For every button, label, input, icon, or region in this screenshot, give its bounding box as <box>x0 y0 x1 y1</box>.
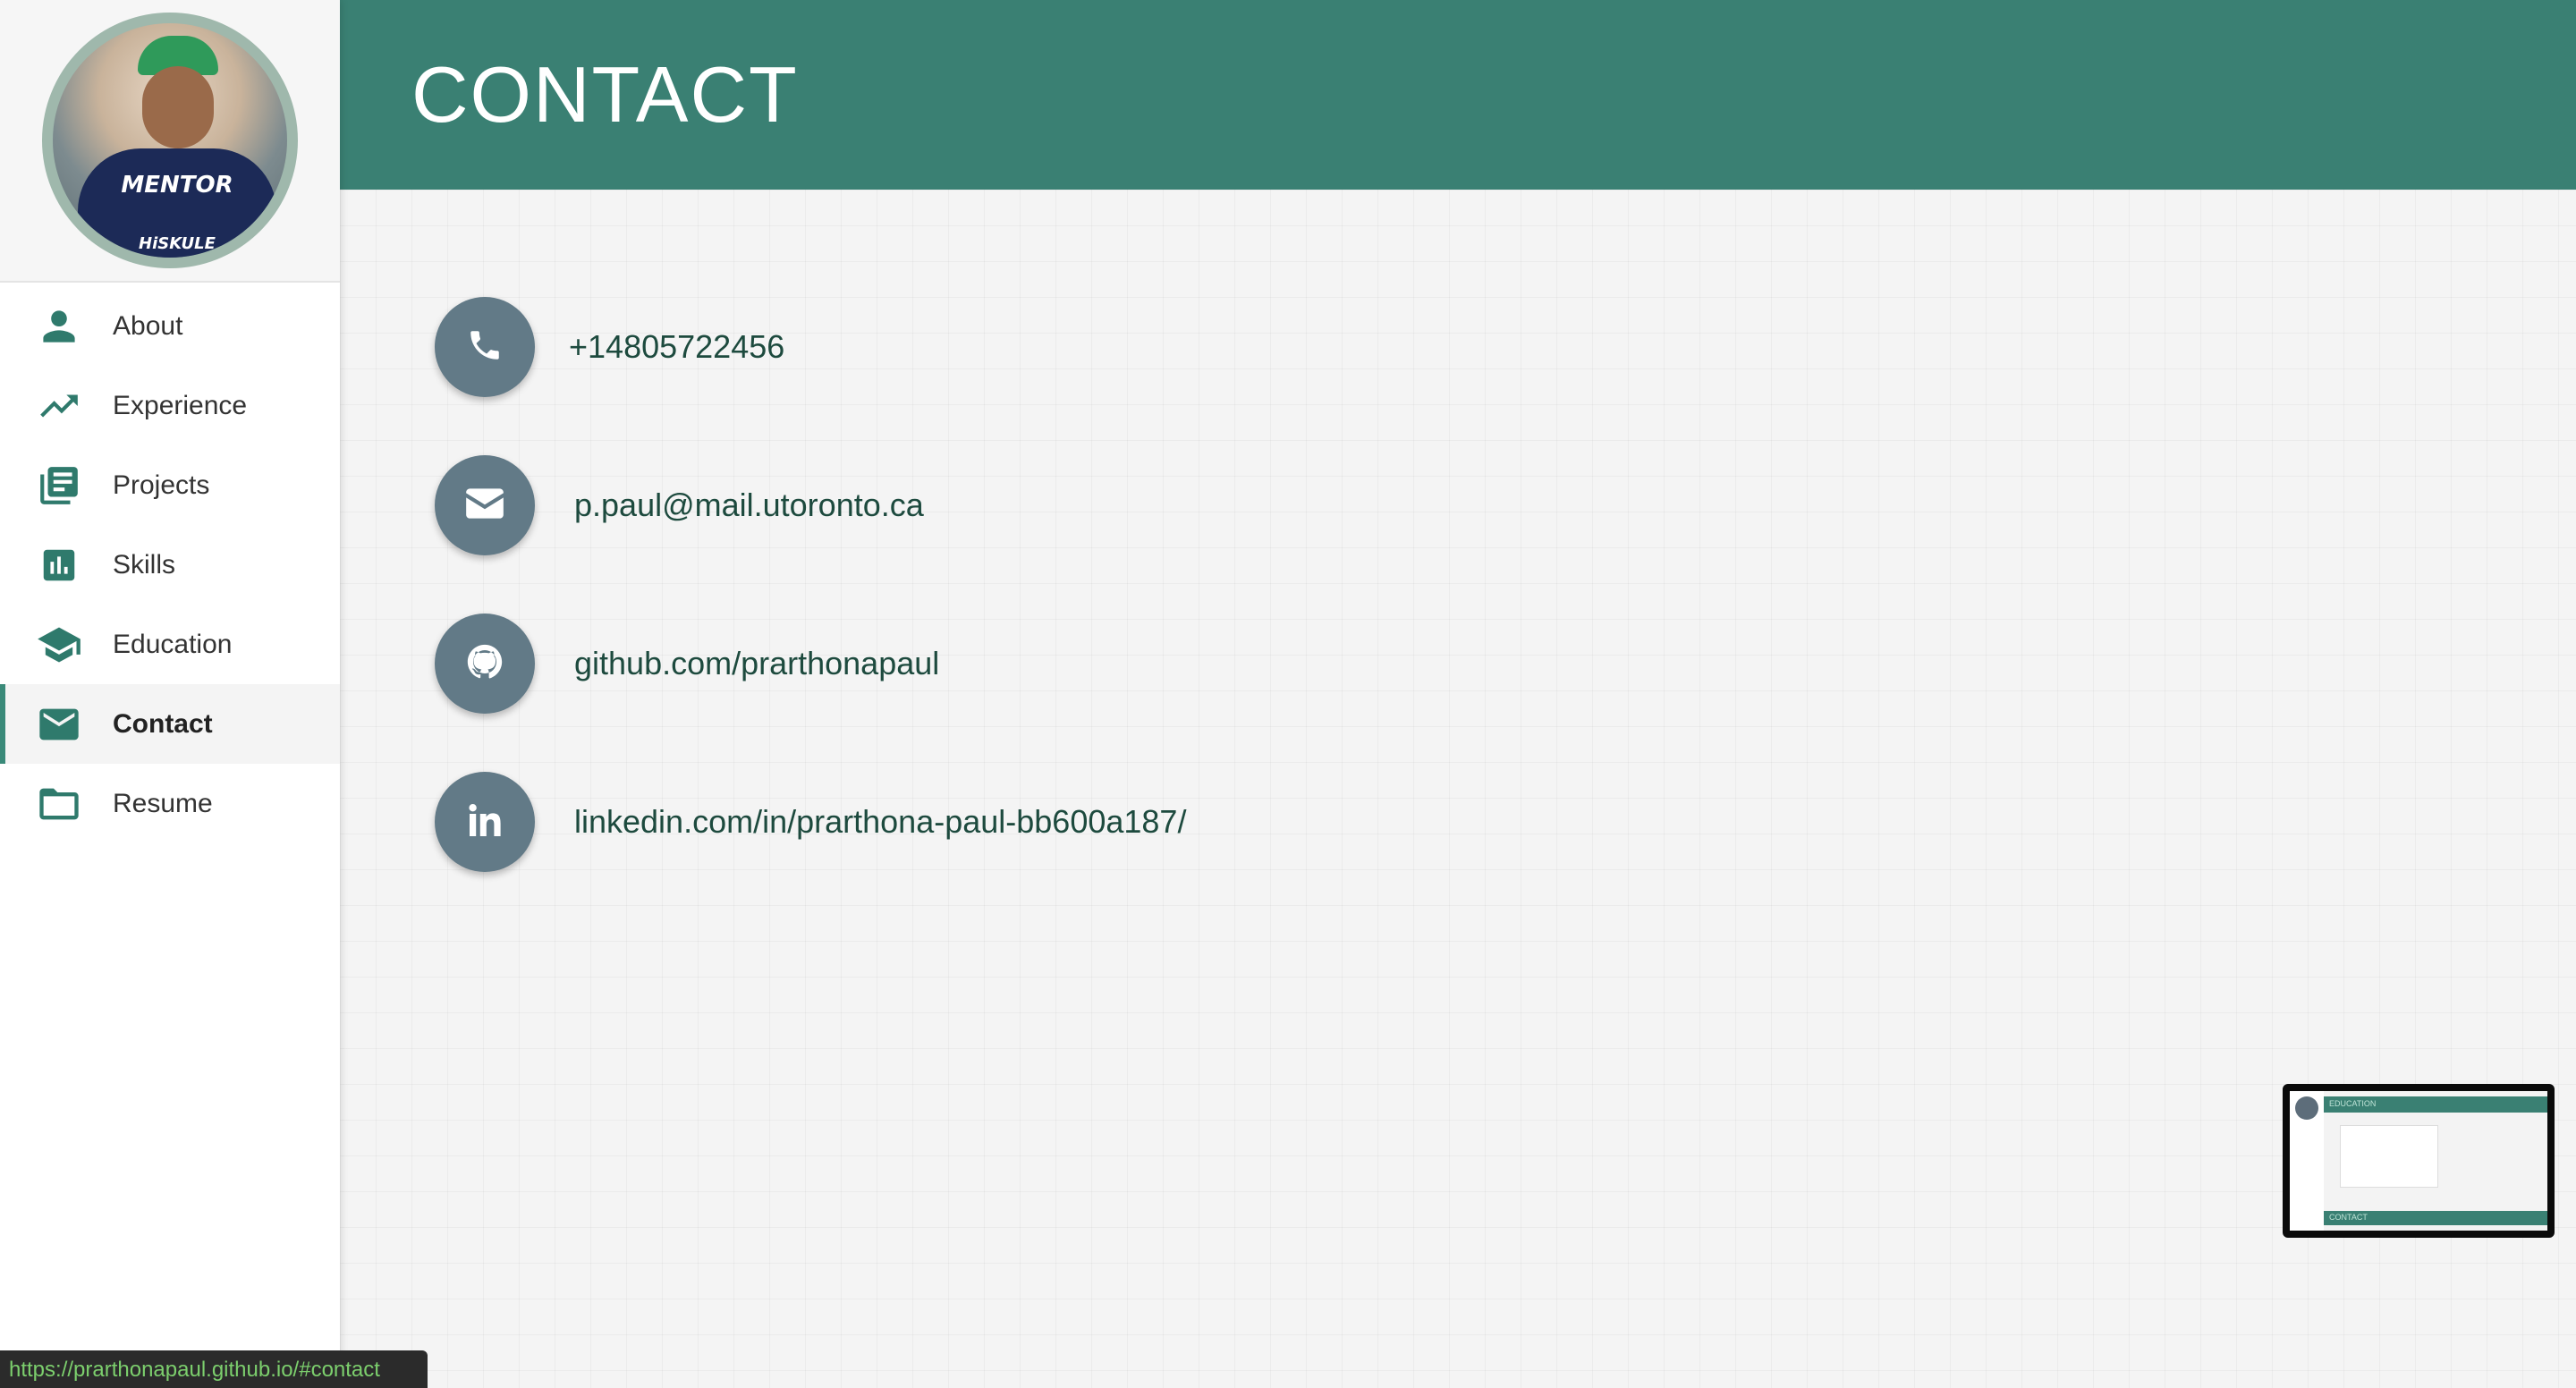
main-content: +14805722456 p.paul@mail.utoronto.ca git… <box>340 190 2576 1388</box>
sidebar-item-experience[interactable]: Experience <box>0 366 340 445</box>
mail-icon <box>36 701 82 748</box>
shirt-graphic: MENTOR HiSKULE <box>78 148 276 258</box>
github-link[interactable]: github.com/prarthonapaul <box>574 645 939 682</box>
page-title: CONTACT <box>411 50 799 139</box>
contact-email-row: p.paul@mail.utoronto.ca <box>435 455 1186 555</box>
face-graphic <box>142 66 214 148</box>
sidebar-item-label: Experience <box>113 390 248 420</box>
thumbnail-avatar <box>2295 1096 2318 1120</box>
sidebar-item-label: Projects <box>113 470 210 500</box>
contact-linkedin-row: linkedin.com/in/prarthona-paul-bb600a187… <box>435 772 1186 872</box>
thumbnail-header: EDUCATION <box>2324 1096 2547 1113</box>
sidebar-item-label: Education <box>113 629 233 659</box>
sidebar-item-resume[interactable]: Resume <box>0 764 340 843</box>
thumbnail-preview: EDUCATION CONTACT <box>2290 1091 2547 1231</box>
sidebar-item-label: Resume <box>113 788 213 818</box>
linkedin-icon <box>463 799 506 846</box>
linkedin-link[interactable]: linkedin.com/in/prarthona-paul-bb600a187… <box>574 803 1186 841</box>
contact-list: +14805722456 p.paul@mail.utoronto.ca git… <box>435 297 1186 930</box>
sidebar-item-projects[interactable]: Projects <box>0 445 340 525</box>
sidebar-item-about[interactable]: About <box>0 286 340 366</box>
avatar-container: MENTOR HiSKULE <box>0 0 340 283</box>
contact-github-row: github.com/prarthonapaul <box>435 614 1186 714</box>
sidebar-item-label: About <box>113 310 183 341</box>
sidebar-item-skills[interactable]: Skills <box>0 525 340 605</box>
sidebar-nav: About Experience Projects Skills Educati… <box>0 283 340 843</box>
page-header: CONTACT <box>340 0 2576 190</box>
thumbnail-card <box>2340 1125 2438 1188</box>
shirt-text: MENTOR <box>121 172 233 199</box>
library-books-icon <box>36 462 82 509</box>
email-link[interactable]: p.paul@mail.utoronto.ca <box>574 487 924 524</box>
status-bar-url: https://prarthonapaul.github.io/#contact <box>0 1350 428 1388</box>
avatar: MENTOR HiSKULE <box>42 13 298 268</box>
contact-phone-row: +14805722456 <box>435 297 1186 397</box>
trending-up-icon <box>36 383 82 429</box>
envelope-icon <box>462 481 507 530</box>
phone-link[interactable]: +14805722456 <box>569 328 784 366</box>
phone-icon <box>466 326 504 368</box>
thumbnail-footer: CONTACT <box>2324 1211 2547 1225</box>
email-button[interactable] <box>435 455 535 555</box>
sidebar-item-label: Skills <box>113 549 176 580</box>
shirt-subtext: HiSKULE <box>139 234 216 253</box>
screenshot-thumbnail[interactable]: EDUCATION CONTACT <box>2283 1084 2555 1238</box>
phone-button[interactable] <box>435 297 535 397</box>
sidebar: MENTOR HiSKULE About Experience Projects <box>0 0 340 1388</box>
sidebar-item-contact[interactable]: Contact <box>0 684 340 764</box>
person-icon <box>36 303 82 350</box>
bar-chart-icon <box>36 542 82 588</box>
folder-icon <box>36 781 82 827</box>
github-icon <box>464 641 505 687</box>
github-button[interactable] <box>435 614 535 714</box>
graduation-cap-icon <box>36 622 82 668</box>
linkedin-button[interactable] <box>435 772 535 872</box>
sidebar-item-label: Contact <box>113 708 213 739</box>
sidebar-item-education[interactable]: Education <box>0 605 340 684</box>
